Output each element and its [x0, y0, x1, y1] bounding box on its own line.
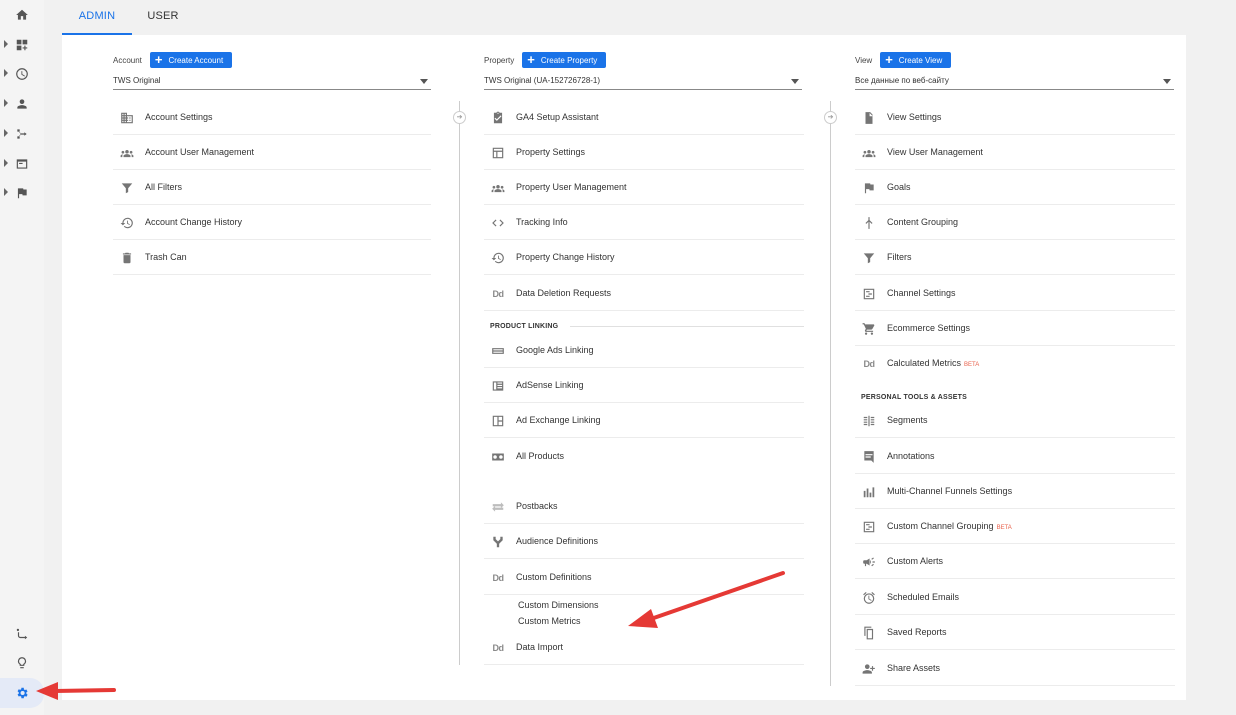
annotation-arrow-to-admin-gear	[36, 682, 116, 700]
annotation-arrow-to-custom-metrics	[628, 571, 785, 628]
annotation-arrows	[36, 571, 785, 700]
